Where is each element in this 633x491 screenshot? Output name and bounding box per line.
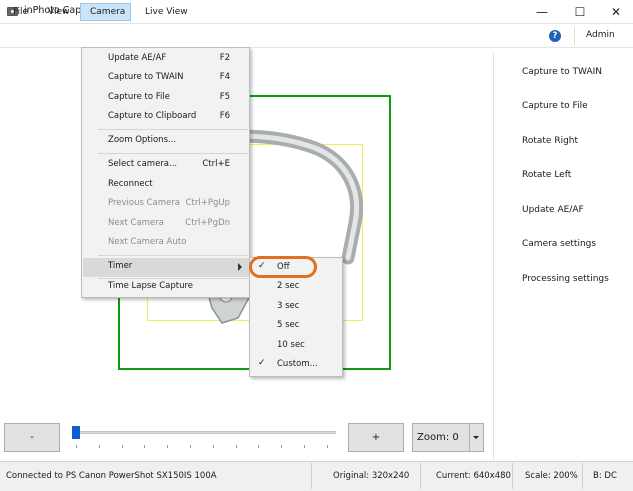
status-divider (582, 463, 583, 489)
menu-divider (574, 27, 575, 45)
timer-option-5-sec[interactable]: 5 sec (251, 317, 342, 337)
admin-menu[interactable]: Admin (586, 30, 615, 40)
minimize-button[interactable]: — (524, 0, 560, 24)
menu-view[interactable]: View (38, 3, 79, 21)
status-divider (420, 463, 421, 489)
slider-tick (235, 445, 237, 448)
slider-tick (326, 445, 328, 448)
menu-item-time-lapse-capture[interactable]: Time Lapse Capture (83, 278, 250, 297)
processing-settings-button[interactable]: Processing settings (522, 274, 609, 284)
b-status: B: DC (593, 471, 617, 481)
slider-tick (121, 445, 123, 448)
original-resolution: Original: 320x240 (333, 471, 410, 481)
menu-item-capture-to-file[interactable]: Capture to File F5 (83, 89, 250, 108)
highlight-outline (249, 256, 317, 278)
menu-separator (98, 255, 248, 256)
zoom-out-button[interactable]: - (4, 423, 60, 452)
menu-item-capture-to-twain[interactable]: Capture to TWAIN F4 (83, 69, 250, 88)
rotate-left-button[interactable]: Rotate Left (522, 170, 571, 180)
menu-item-previous-camera: Previous Camera Ctrl+PgUp (108, 198, 230, 208)
menu-item-next-camera-auto: Next Camera Auto (108, 237, 187, 247)
slider-tick (76, 445, 77, 448)
update-ae-af-button[interactable]: Update AE/AF (522, 205, 584, 215)
slider-tick (144, 445, 146, 448)
slider-tick (281, 445, 283, 448)
zoom-dropdown-divider (469, 424, 470, 451)
checkmark-icon: ✓ (258, 358, 266, 368)
menu-file[interactable]: File (3, 3, 38, 21)
scale-status: Scale: 200% (525, 471, 578, 481)
camera-settings-button[interactable]: Camera settings (522, 239, 596, 249)
menu-item-update-ae-af[interactable]: Update AE/AF F2 (83, 50, 250, 69)
menu-live-view[interactable]: Live View (135, 3, 198, 21)
menu-item-select-camera[interactable]: Select camera... Ctrl+E (83, 156, 250, 175)
menu-separator (98, 129, 248, 130)
menu-separator (98, 153, 248, 154)
capture-to-file-button[interactable]: Capture to File (522, 101, 588, 111)
menu-camera[interactable]: Camera (80, 3, 131, 21)
slider-tick (304, 445, 305, 448)
maximize-button[interactable]: ☐ (562, 0, 598, 24)
slider-tick (212, 445, 214, 448)
timer-option-3-sec[interactable]: 3 sec (251, 298, 342, 318)
menu-item-capture-to-clipboard[interactable]: Capture to Clipboard F6 (83, 108, 250, 127)
rotate-right-button[interactable]: Rotate Right (522, 136, 578, 146)
zoom-level-label: Zoom: 0 (417, 432, 459, 443)
timer-option-2-sec[interactable]: 2 sec (251, 278, 342, 298)
capture-to-twain-button[interactable]: Capture to TWAIN (522, 67, 602, 77)
chevron-down-icon[interactable] (473, 436, 479, 439)
slider-tick (98, 445, 100, 448)
menu-item-timer[interactable]: Timer (83, 258, 250, 277)
slider-tick (167, 445, 169, 448)
panel-divider (493, 53, 494, 460)
zoom-in-button[interactable]: + (348, 423, 404, 452)
submenu-arrow-icon (238, 263, 242, 271)
zoom-slider-track[interactable] (72, 431, 336, 434)
timer-option-custom[interactable]: ✓ Custom... (251, 356, 342, 376)
slider-tick (258, 445, 260, 448)
close-button[interactable]: ✕ (598, 0, 633, 24)
menu-item-reconnect[interactable]: Reconnect (83, 176, 250, 195)
connection-status: Connected to PS Canon PowerShot SX150IS … (6, 471, 217, 481)
camera-menu-dropdown: Update AE/AF F2 Capture to TWAIN F4 Captur… (81, 47, 250, 298)
help-icon[interactable]: ? (549, 30, 561, 42)
slider-tick (190, 445, 191, 448)
status-divider (512, 463, 513, 489)
current-resolution: Current: 640x480 (436, 471, 511, 481)
zoom-slider-thumb[interactable] (72, 426, 80, 439)
timer-option-10-sec[interactable]: 10 sec (251, 337, 342, 357)
menu-item-zoom-options[interactable]: Zoom Options... (83, 132, 250, 151)
menu-item-next-camera: Next Camera Ctrl+PgDn (108, 218, 230, 228)
menu-bar (0, 24, 633, 48)
status-divider (311, 463, 312, 489)
